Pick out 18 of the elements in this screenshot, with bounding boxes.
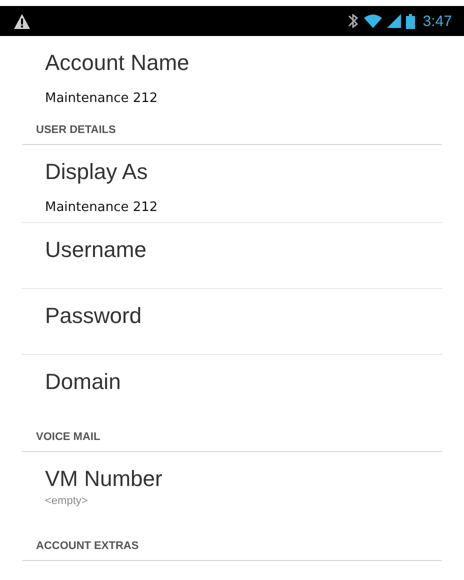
section-header: ACCOUNT EXTRAS — [22, 530, 442, 561]
section-header: VOICE MAIL — [22, 421, 442, 452]
summary-text: <empty> — [45, 494, 88, 509]
summary-text: Maintenance 212 — [45, 199, 158, 217]
settings-item[interactable]: Display As Maintenance 212 — [22, 145, 442, 223]
clock-time: 3:47 — [422, 12, 452, 30]
settings-item[interactable]: Account Name Maintenance 212 — [0, 36, 442, 114]
settings-item[interactable]: VM Number <empty> — [0, 452, 442, 530]
wifi-icon — [364, 14, 382, 28]
summary-text: Maintenance 212 — [45, 90, 158, 108]
settings-item[interactable]: Password — [22, 289, 442, 355]
bluetooth-icon — [346, 14, 359, 28]
section-header: USER DETAILS — [22, 114, 442, 145]
signal-icon — [386, 14, 401, 28]
settings-item[interactable]: Username — [22, 223, 442, 289]
battery-icon — [406, 14, 415, 28]
settings-item[interactable]: Domain — [0, 355, 442, 421]
warning-icon — [14, 14, 30, 28]
